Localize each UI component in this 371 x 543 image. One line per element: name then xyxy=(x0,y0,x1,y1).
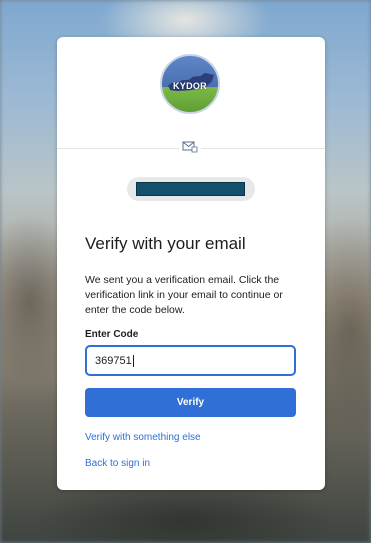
back-to-sign-in-link[interactable]: Back to sign in xyxy=(85,458,150,469)
code-value: 369751 xyxy=(95,354,132,367)
code-input[interactable]: 369751 xyxy=(85,345,296,376)
mail-icon xyxy=(179,140,201,154)
kydor-logo: KYDOR xyxy=(160,54,220,114)
redacted-email xyxy=(136,182,245,196)
verify-with-something-else-link[interactable]: Verify with something else xyxy=(85,432,201,443)
verify-button[interactable]: Verify xyxy=(85,388,296,417)
code-label: Enter Code xyxy=(85,329,139,340)
text-caret xyxy=(132,354,134,367)
verification-card: KYDOR Verify with your email We sent you… xyxy=(57,37,325,490)
logo-text: KYDOR xyxy=(172,81,207,91)
instructions-text: We sent you a verification email. Click … xyxy=(85,274,283,316)
masked-email-field xyxy=(127,177,255,201)
page-title: Verify with your email xyxy=(85,234,246,253)
